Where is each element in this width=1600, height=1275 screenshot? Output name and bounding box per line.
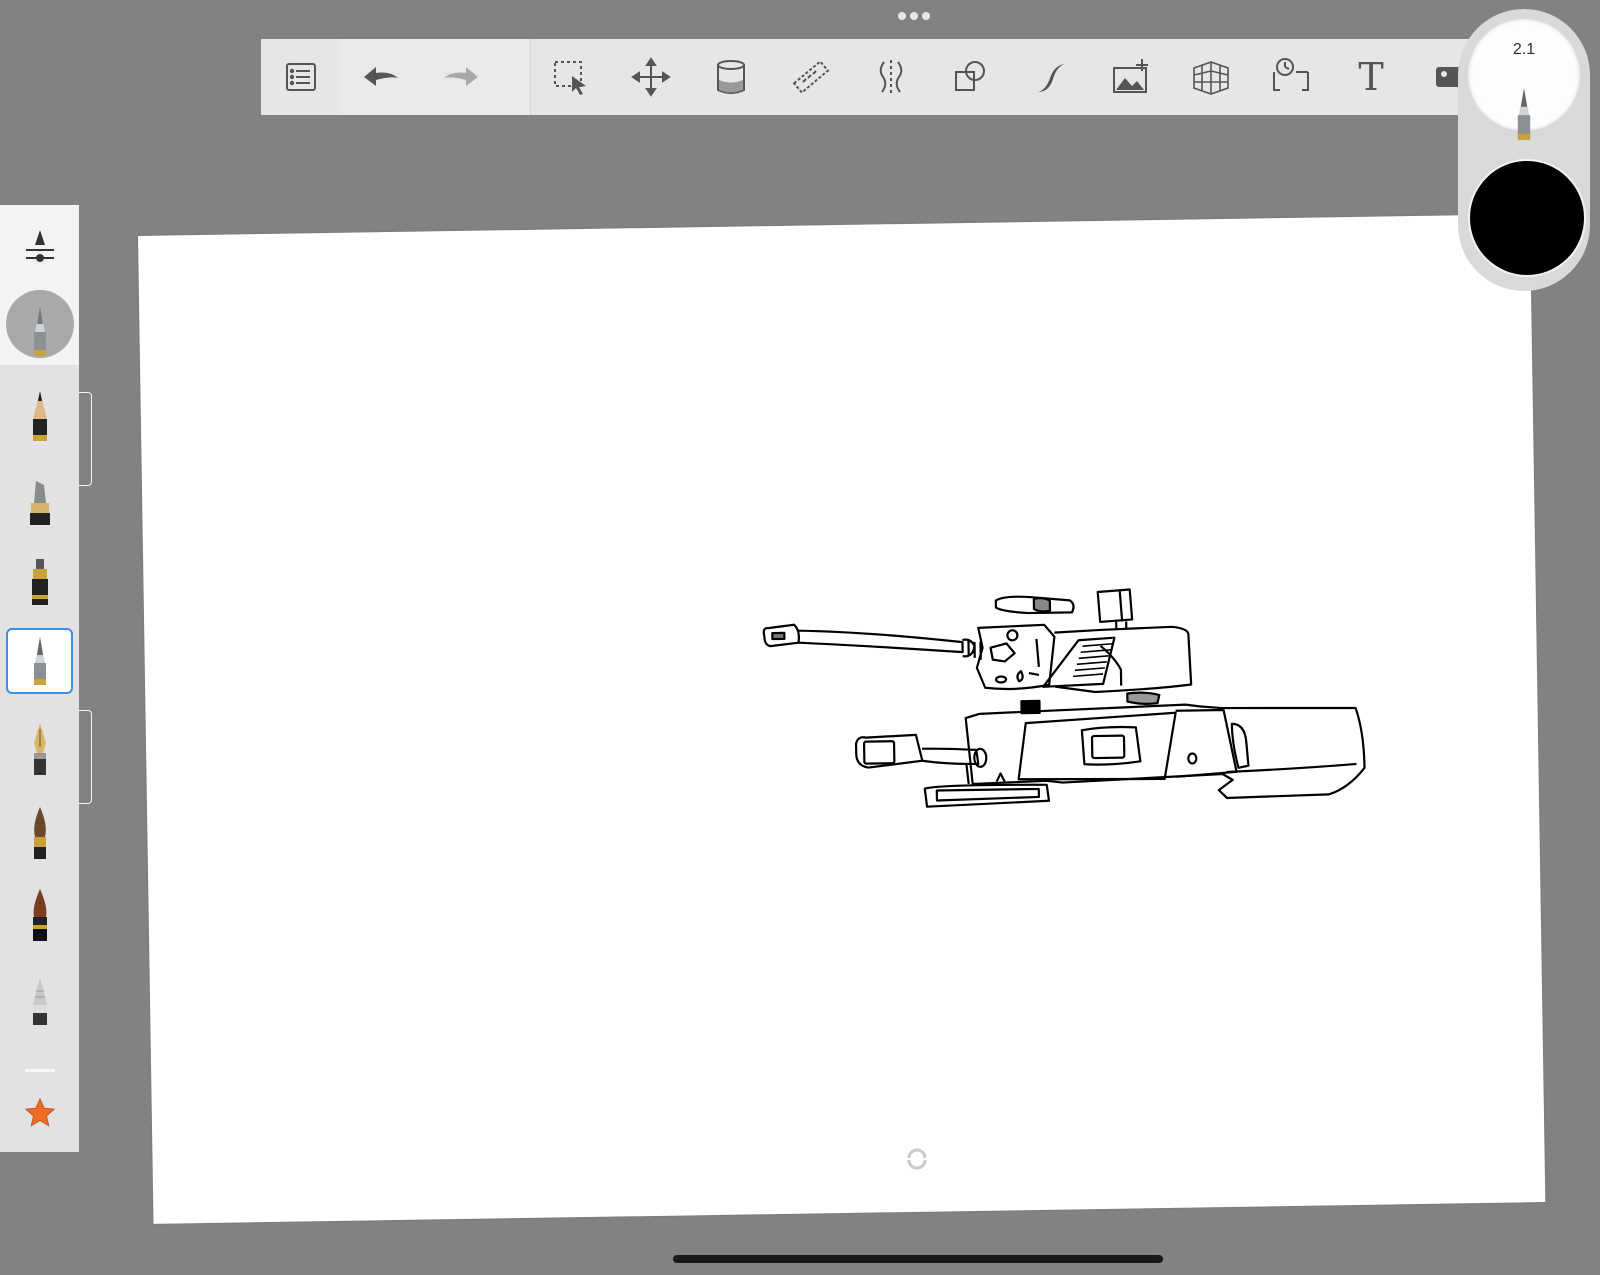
brush-paint-brush[interactable] [0,799,79,867]
shapes-button[interactable] [931,39,1011,115]
brush-palette-header [0,205,79,365]
favorites-button[interactable] [0,1093,79,1133]
top-toolbar: T [261,39,1491,115]
star-icon [24,1097,55,1127]
brush-group-bracket [79,710,92,804]
ink-pen-icon [31,559,48,605]
multitasking-handle[interactable] [898,12,930,20]
fountain-pen-icon [33,723,46,775]
brush-settings-panel: 2.1 [1458,9,1590,291]
brush-group-bracket [79,392,92,486]
brush-airbrush[interactable] [0,967,79,1035]
add-image-button[interactable] [1091,39,1171,115]
undo-icon [364,67,398,86]
drawing-canvas[interactable] [138,214,1546,1224]
timelapse-button[interactable] [1251,39,1331,115]
airbrush-icon [32,977,47,1025]
symmetry-button[interactable] [851,39,931,115]
ballpoint-pen-icon [33,637,46,685]
ruler-button[interactable] [771,39,851,115]
brush-properties-icon [25,230,54,262]
paint-brush-icon [33,807,46,859]
dot [898,12,906,20]
transform-button[interactable] [611,39,691,115]
brush-ink-pen[interactable] [0,551,79,619]
loading-spinner-icon [907,1148,927,1170]
pencil-icon [32,391,47,441]
brush-palette [0,205,79,1152]
current-brush-preview[interactable] [0,289,79,359]
add-image-icon [1113,59,1148,93]
redo-icon [444,67,478,86]
timelapse-icon [1273,58,1309,91]
layers-list-button[interactable] [261,39,341,115]
fill-button[interactable] [691,39,771,115]
brush-size-value: 2.1 [1512,41,1536,58]
selection-icon [554,61,586,95]
dot [910,12,918,20]
home-indicator[interactable] [673,1255,1163,1263]
brush-size-puck[interactable]: 2.1 [1468,19,1580,140]
list-icon [286,63,316,91]
move-icon [631,57,671,97]
brush-eraser[interactable] [0,1065,79,1075]
fill-bucket-icon [717,60,745,94]
redo-button[interactable] [421,39,501,115]
current-brush-circle [5,290,74,358]
brush-watercolor[interactable] [0,881,79,949]
brush-ballpoint-pen[interactable] [6,628,73,694]
undo-button[interactable] [341,39,421,115]
perspective-grid-icon [1193,61,1229,95]
perspective-button[interactable] [1171,39,1251,115]
watercolor-brush-icon [32,889,47,941]
stroke-button[interactable] [1011,39,1091,115]
shapes-icon [955,61,985,91]
selection-button[interactable] [531,39,611,115]
symmetry-icon [879,60,903,94]
brush-properties-button[interactable] [0,223,79,267]
ballpoint-pen-icon [1517,88,1531,140]
text-icon: T [1358,55,1384,99]
brush-marker[interactable] [0,469,79,537]
text-button[interactable]: T [1331,39,1411,115]
ruler-icon [792,60,830,94]
tank-sketch [762,588,1366,808]
eraser-icon [24,1068,55,1072]
dot [922,12,930,20]
ballpoint-pen-icon [33,306,46,356]
brush-pencil[interactable] [0,383,79,451]
brush-fountain-pen[interactable] [0,715,79,783]
stroke-curve-icon [1038,64,1064,92]
color-puck[interactable] [1468,159,1586,277]
marker-icon [29,481,50,525]
